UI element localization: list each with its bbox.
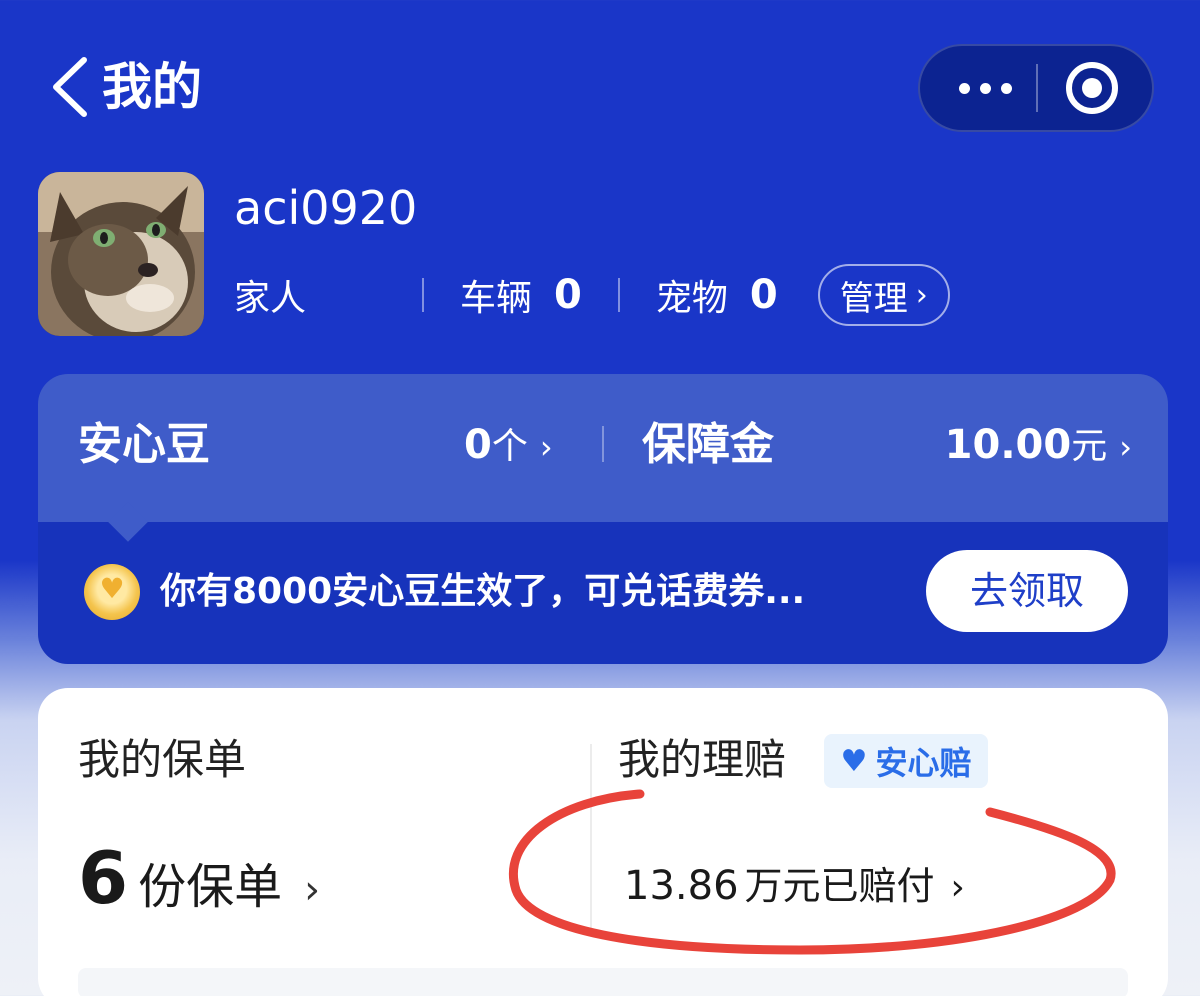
pet-label[interactable]: 宠物 [656, 269, 728, 321]
policies-link[interactable]: 6 份保单 › [78, 832, 320, 924]
fund-unit: 元 [1071, 426, 1108, 467]
claims-link[interactable]: 13.86 万元已赔付 › [624, 856, 965, 916]
anxinpei-badge: ♥ 安心赔 [824, 734, 988, 788]
chevron-left-icon [53, 57, 87, 117]
beans-value: 0 [464, 422, 492, 468]
fund-value-link[interactable]: 10.00元 › [945, 410, 1132, 480]
claims-amount-unit: 万元已赔付 [744, 864, 935, 908]
divider [422, 278, 425, 312]
chevron-right-icon: › [1119, 428, 1132, 466]
policy-card: 我的保单 6 份保单 › 我的理赔 ♥ 安心赔 13.86 万元已赔付 › [38, 688, 1168, 996]
beans-unit: 个 [491, 426, 528, 467]
beans-notice[interactable]: 你有8000安心豆生效了，可兑话费券... [160, 558, 805, 626]
target-circle-icon[interactable] [1066, 62, 1118, 114]
manage-button[interactable]: 管理 › [817, 264, 950, 326]
chevron-right-icon: › [950, 867, 965, 908]
pointer-notch [108, 502, 148, 542]
beans-value-link[interactable]: 0个 › [464, 410, 553, 480]
manage-label: 管理 [839, 278, 908, 319]
fund-label: 保障金 [642, 419, 774, 470]
username: aci0920 [234, 181, 418, 235]
policies-title: 我的保单 [78, 735, 247, 784]
policies-count: 6 [78, 836, 129, 920]
profile-stats: 家人 车辆 0 宠物 0 管理 › [234, 262, 950, 328]
coin-icon [84, 564, 140, 620]
divider [602, 426, 604, 462]
more-dots-icon[interactable] [950, 46, 1020, 130]
pet-count: 0 [749, 272, 778, 318]
claims-amount: 13.86 [624, 863, 739, 909]
family-label[interactable]: 家人 [234, 269, 306, 321]
chevron-right-icon: › [539, 428, 553, 466]
claim-beans-button[interactable]: 去领取 [926, 550, 1128, 632]
fund-value: 10.00 [944, 422, 1072, 468]
claims-title: 我的理赔 [618, 735, 787, 784]
page-title: 我的 [102, 58, 202, 116]
vehicle-count: 0 [554, 272, 582, 318]
badge-label: 安心赔 [875, 744, 972, 782]
next-section-peek [78, 968, 1128, 996]
shield-heart-icon: ♥ [840, 743, 868, 779]
divider [590, 744, 592, 934]
miniapp-capsule [918, 44, 1154, 132]
assets-card: 安心豆 0个 › 保障金 10.00元 › 你有8000安心豆生效了，可兑话费券..… [38, 374, 1168, 664]
divider [617, 278, 620, 312]
policies-unit: 份保单 [138, 859, 283, 915]
chevron-right-icon: › [304, 867, 321, 913]
avatar[interactable] [38, 172, 204, 336]
back-button[interactable] [46, 52, 106, 122]
vehicle-label[interactable]: 车辆 [460, 269, 532, 321]
chevron-right-icon: › [915, 277, 928, 313]
capsule-divider [1036, 64, 1038, 112]
beans-label: 安心豆 [78, 419, 210, 470]
